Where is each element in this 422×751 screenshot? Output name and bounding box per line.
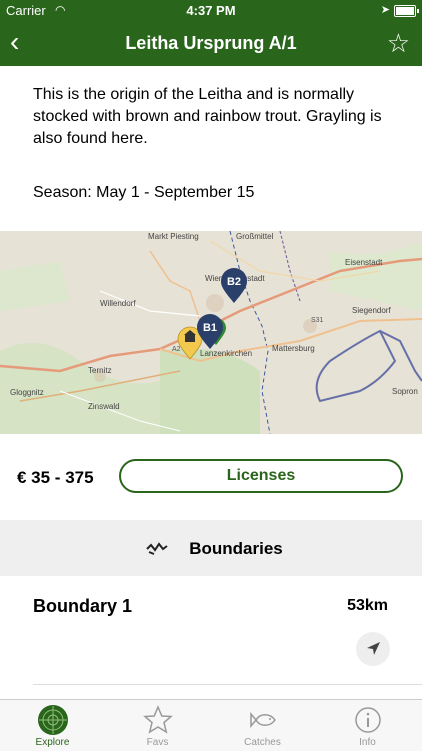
map-view[interactable]: Markt Piesting Großmittel Eisenstadt Wie… — [0, 231, 422, 434]
row-divider — [33, 684, 422, 685]
boundaries-section-header: Boundaries — [0, 520, 422, 576]
fish-icon — [250, 711, 276, 729]
boundary-list-item[interactable]: Boundary 1 53km — [0, 576, 422, 684]
tab-label: Explore — [35, 737, 70, 748]
map-label: Mattersburg — [272, 344, 315, 353]
battery-icon — [394, 5, 419, 17]
navigation-arrow-icon — [367, 642, 380, 655]
boundaries-heading: Boundaries — [189, 539, 283, 558]
marker-b1-label: B1 — [203, 322, 217, 334]
tab-catches[interactable]: Catches — [210, 700, 315, 751]
tab-label: Catches — [244, 737, 281, 748]
boundary-name: Boundary 1 — [33, 596, 133, 616]
navigate-button[interactable] — [356, 632, 390, 666]
marker-b2-label: B2 — [227, 276, 241, 288]
tab-label: Info — [359, 737, 376, 748]
page-title: Leitha Ursprung A/1 — [125, 33, 297, 53]
map-canvas[interactable]: Markt Piesting Großmittel Eisenstadt Wie… — [0, 231, 422, 434]
status-time: 4:37 PM — [186, 3, 236, 18]
radar-icon — [38, 705, 68, 735]
map-label: Zinswald — [88, 402, 120, 411]
price-row: € 35 - 375 Licenses — [0, 434, 422, 520]
location-arrow-icon: ➤ — [380, 4, 390, 16]
map-label: Ternitz — [88, 366, 112, 375]
favorite-star-button[interactable]: ☆ — [387, 28, 410, 58]
nav-bar: ‹ Leitha Ursprung A/1 ☆ — [0, 22, 422, 66]
map-label: Eisenstadt — [345, 258, 383, 267]
tab-favs[interactable]: Favs — [105, 700, 210, 751]
water-description: This is the origin of the Leitha and is … — [33, 86, 382, 147]
map-label: Großmittel — [236, 232, 274, 241]
tab-explore[interactable]: Explore — [0, 700, 105, 751]
back-button[interactable]: ‹ — [10, 27, 19, 57]
tab-label: Favs — [146, 737, 169, 748]
status-bar: Carrier ◠ 4:37 PM ➤ — [0, 0, 422, 22]
map-label: Markt Piesting — [148, 232, 199, 241]
star-icon — [143, 705, 173, 734]
tab-bar: Explore Favs Catches Info — [0, 699, 422, 751]
map-label: Willendorf — [100, 299, 136, 308]
map-label: Lanzenkirchen — [200, 349, 252, 358]
info-icon — [355, 707, 381, 733]
price-range: € 35 - 375 — [17, 468, 94, 487]
tab-info[interactable]: Info — [315, 700, 420, 751]
map-label: Siegendorf — [352, 306, 391, 315]
map-label: Sopron — [392, 387, 418, 396]
map-label: Gloggnitz — [10, 388, 44, 397]
map-label: S31 — [311, 317, 324, 324]
boundary-distance: 53km — [347, 597, 388, 614]
map-label: A2 — [172, 346, 181, 353]
licenses-button[interactable]: Licenses — [119, 459, 403, 493]
season-text: Season: May 1 - September 15 — [33, 184, 255, 201]
